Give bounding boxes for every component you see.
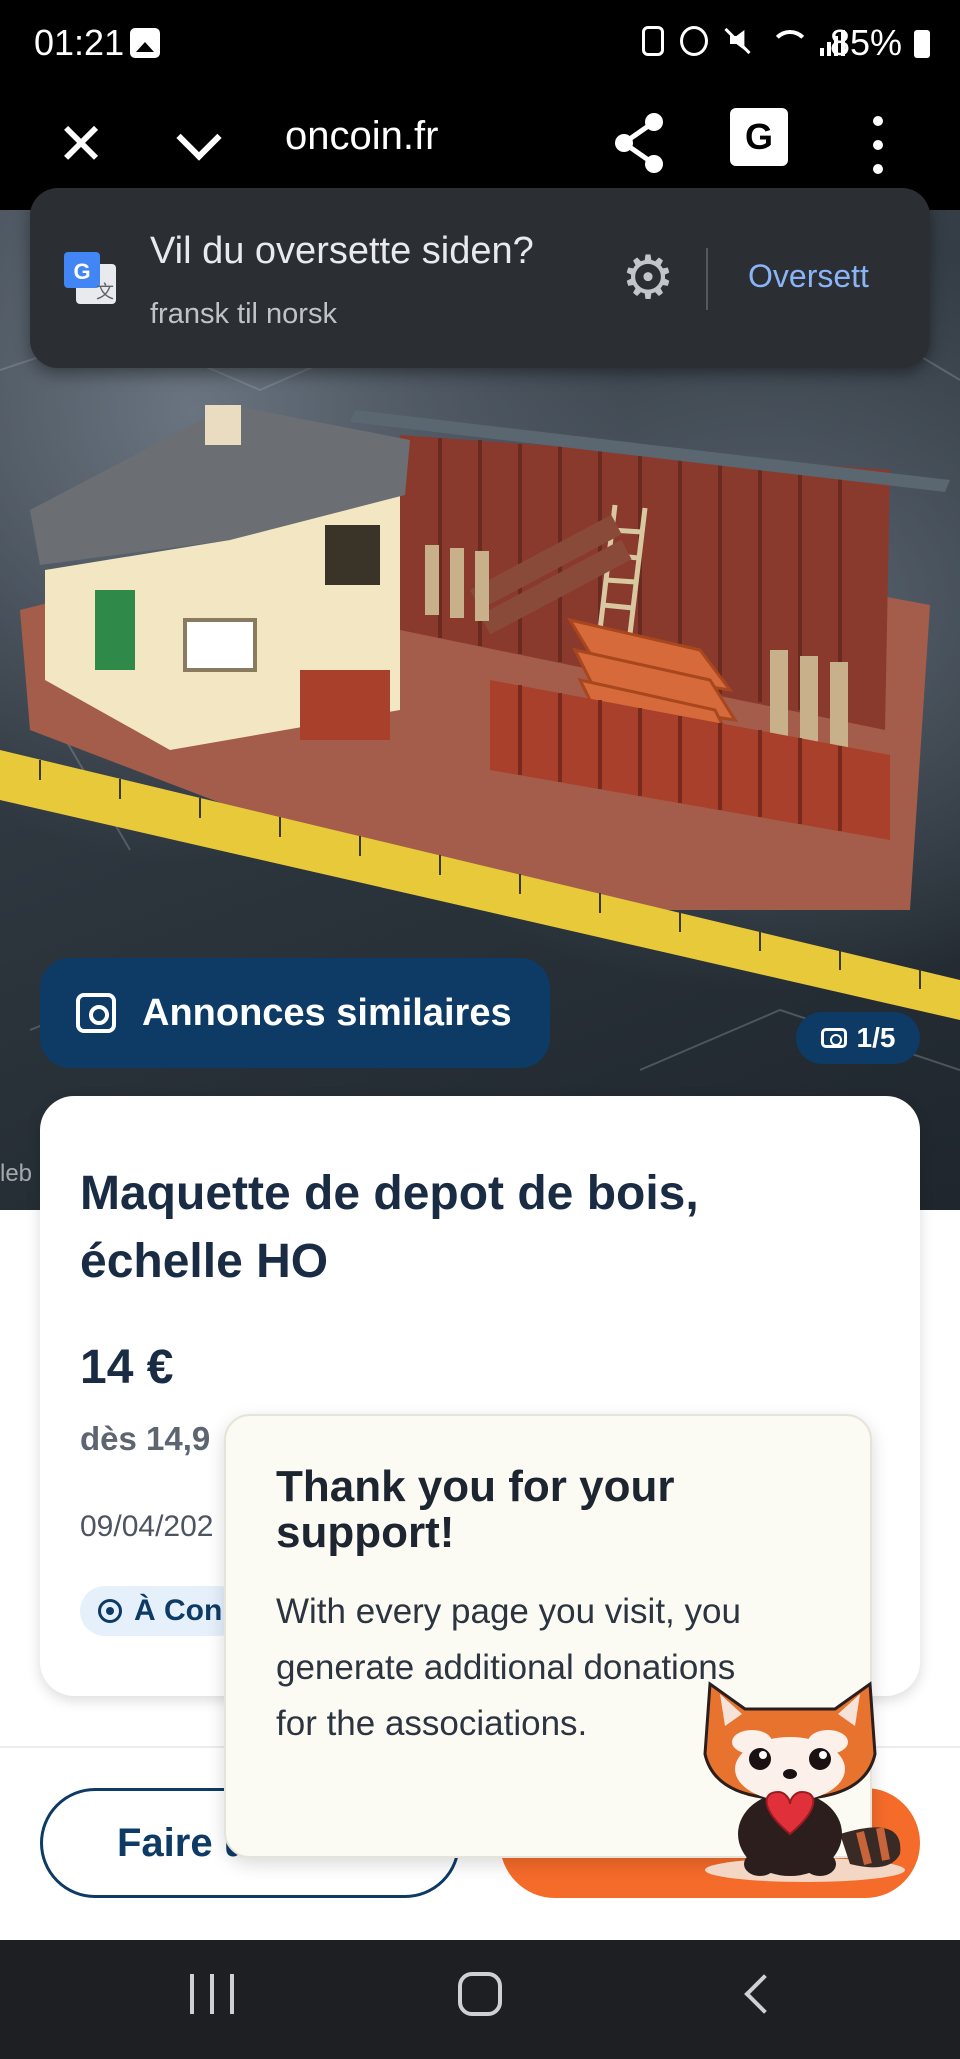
location-badge[interactable]: À Con xyxy=(80,1586,245,1636)
visual-search-icon xyxy=(76,993,116,1033)
svg-text:G: G xyxy=(73,259,90,284)
location-target-icon xyxy=(98,1599,122,1623)
battery-icon xyxy=(914,30,930,58)
chevron-down-icon[interactable] xyxy=(168,112,230,174)
system-nav-bar xyxy=(0,1940,960,2059)
translate-banner: G 文 Vil du oversette siden? fransk til n… xyxy=(30,188,930,368)
popup-body: With every page you visit, you generate … xyxy=(276,1592,741,1743)
status-time: 01:21 xyxy=(34,22,125,63)
photo-watermark: leb xyxy=(0,1160,33,1187)
ad-shipping-price: dès 14,9 xyxy=(80,1420,211,1457)
gallery-notification-icon xyxy=(130,28,160,58)
more-options-icon[interactable] xyxy=(866,110,890,180)
battery-level: 85% xyxy=(829,22,902,63)
ad-date: 09/04/202 xyxy=(80,1510,214,1543)
gear-icon[interactable]: ⚙ xyxy=(620,248,676,308)
wifi-icon xyxy=(768,26,810,56)
close-icon[interactable]: ✕ xyxy=(50,114,112,176)
sim-icon xyxy=(642,26,664,56)
banner-divider xyxy=(706,248,708,310)
translate-button[interactable]: Oversett xyxy=(748,258,869,295)
camera-icon xyxy=(820,1028,847,1048)
translate-question: Vil du oversette siden? xyxy=(150,230,534,272)
popup-title: Thank you for your support! xyxy=(276,1462,675,1557)
photo-counter-label: 1/5 xyxy=(856,1022,896,1053)
status-bar: 01:21 85% xyxy=(0,0,960,88)
translate-icon[interactable]: G文 xyxy=(730,108,788,215)
status-icons xyxy=(642,26,850,56)
ad-price: 14 € xyxy=(80,1341,174,1394)
recents-icon[interactable] xyxy=(190,1974,234,2014)
url-bar[interactable]: oncoin.fr xyxy=(285,114,438,159)
similar-ads-button[interactable]: Annonces similaires xyxy=(40,958,550,1068)
home-icon[interactable] xyxy=(458,1972,502,2016)
photo-counter[interactable]: 1/5 xyxy=(796,1012,920,1064)
google-translate-icon: G 文 xyxy=(64,252,116,304)
similar-ads-label: Annonces similaires xyxy=(142,991,512,1034)
mute-icon xyxy=(724,26,752,56)
ad-title: Maquette de depot de bois, échelle HO xyxy=(80,1167,699,1288)
translate-languages: fransk til norsk xyxy=(150,298,337,330)
back-icon[interactable] xyxy=(738,1976,774,2012)
red-panda-mascot-icon xyxy=(703,1681,905,1882)
location-label: À Con xyxy=(134,1594,223,1627)
svg-text:文: 文 xyxy=(96,282,114,303)
share-icon[interactable] xyxy=(612,108,668,178)
alarm-icon xyxy=(680,26,708,56)
